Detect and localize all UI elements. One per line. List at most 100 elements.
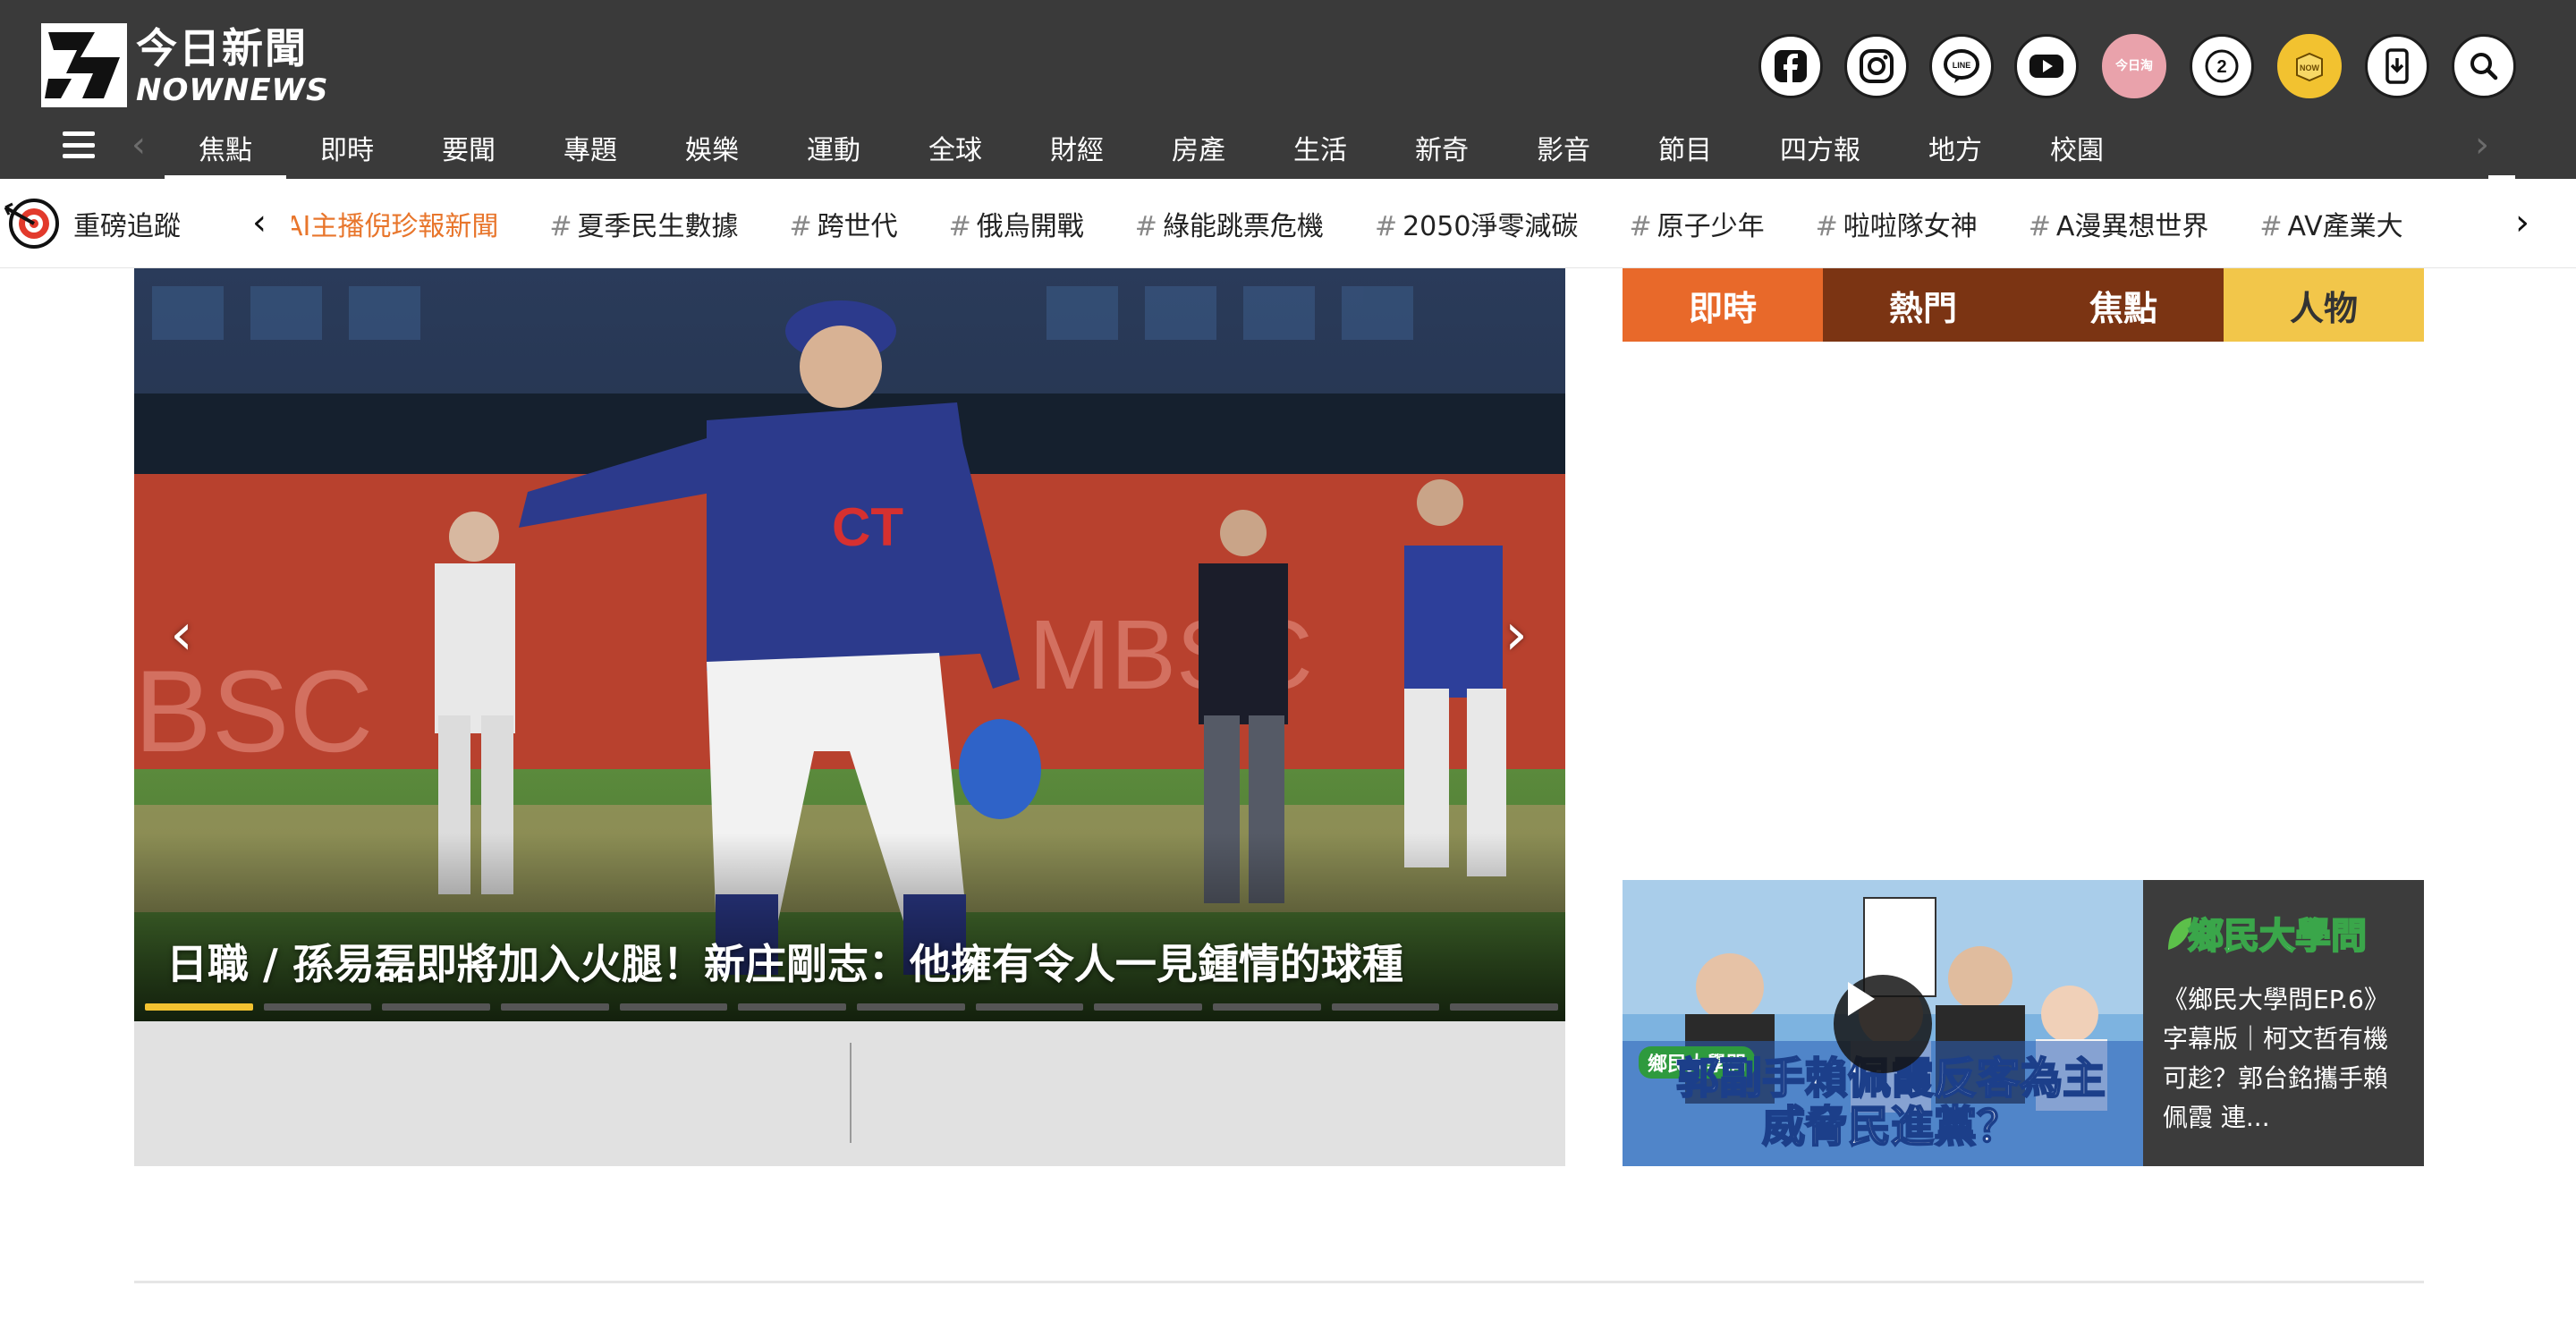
site-logo[interactable]: 今日新聞 NOWNEWS	[41, 23, 329, 108]
nav-item[interactable]: 房產	[1138, 116, 1259, 179]
sub-headline-area	[134, 1021, 1565, 1166]
program-logo-text: 鄉民大學問	[2187, 915, 2368, 958]
tag-item[interactable]: # 俄烏開戰	[949, 204, 1084, 243]
search-icon	[2470, 53, 2498, 80]
youtube-icon	[2029, 55, 2063, 78]
nav-item[interactable]: 地方	[1894, 116, 2016, 179]
carousel-indicator[interactable]	[1213, 1003, 1321, 1011]
carousel-indicator[interactable]	[1450, 1003, 1559, 1011]
tag-label: 綠能跳票危機	[1162, 211, 1324, 242]
video-thumbnail[interactable]: 鄉民大學問 郭副手賴佩霞反客為主 威脅民進黨？	[1623, 880, 2143, 1166]
nav-item[interactable]: 四方報	[1746, 116, 1894, 179]
nav-item[interactable]: 娛樂	[651, 116, 773, 179]
search-button[interactable]	[2452, 34, 2516, 98]
shop-icon: 今日淘	[2115, 58, 2153, 73]
tag-label: 原子少年	[1657, 211, 1765, 242]
tag-label: AI主播倪珍報新聞	[292, 211, 499, 242]
play-icon	[1848, 982, 1875, 1016]
nav-items: 焦點 即時 要聞 專題 娛樂 運動 全球 財經 房產 生活 新奇 影音 節目 四…	[165, 116, 2138, 179]
facebook-icon	[1775, 50, 1807, 82]
tag-item[interactable]: # AV產業大	[2259, 204, 2402, 243]
video-description[interactable]: 《鄉民大學問EP.6》字幕版｜柯文哲有機可趁？郭台銘攜手賴佩霞 連...	[2163, 980, 2410, 1138]
tag-label: 跨世代	[817, 211, 898, 242]
tab-focus[interactable]: 焦點	[2023, 268, 2224, 342]
carousel-indicator[interactable]	[145, 1003, 253, 1011]
tag-item[interactable]: #2050淨零減碳	[1375, 204, 1579, 243]
tag-label: 2050淨零減碳	[1402, 211, 1579, 242]
video-card[interactable]: 鄉民大學問 郭副手賴佩霞反客為主 威脅民進黨？ 鄉民大學問 《鄉民大學問EP.6…	[1623, 880, 2424, 1166]
nav-item[interactable]: 節目	[1624, 116, 1746, 179]
facebook-link[interactable]	[1758, 34, 1823, 98]
carousel-next-icon[interactable]: ›	[1494, 599, 1538, 671]
tag-label: 夏季民生數據	[577, 211, 739, 242]
shop-link[interactable]: 今日淘	[2102, 34, 2166, 98]
tag-item[interactable]: AI主播倪珍報新聞	[292, 204, 498, 243]
nav-item[interactable]: 運動	[773, 116, 894, 179]
play-button[interactable]	[1834, 975, 1932, 1073]
program-logo: 鄉民大學問	[2165, 907, 2406, 960]
headline-caption[interactable]: 日職 / 孫易磊即將加入火腿！新庄剛志：他擁有令人一見鍾情的球種	[166, 932, 1403, 991]
tag-scroll-right-icon[interactable]: ›	[2506, 200, 2538, 247]
tag-label: 啦啦隊女神	[1843, 211, 1978, 242]
carousel-indicator[interactable]	[619, 1003, 728, 1011]
svg-text:NOW: NOW	[2300, 63, 2320, 72]
tag-item[interactable]: # 啦啦隊女神	[1816, 204, 1978, 243]
mobile-download-link[interactable]	[2365, 34, 2429, 98]
tag-label: 俄烏開戰	[976, 211, 1084, 242]
carousel-indicator[interactable]	[975, 1003, 1084, 1011]
instagram-link[interactable]	[1844, 34, 1909, 98]
news-tabs: 即時 熱門 焦點 人物	[1623, 268, 2424, 342]
nav-scroll-left-icon[interactable]: ‹	[125, 127, 152, 163]
nav-item[interactable]: 焦點	[165, 116, 286, 179]
tag-item[interactable]: # 綠能跳票危機	[1135, 204, 1324, 243]
tag-bar-title: 重磅追蹤	[73, 211, 181, 242]
tag-item[interactable]: # 跨世代	[790, 204, 898, 243]
mobile-download-icon	[2385, 48, 2409, 84]
line-icon: LINE	[1944, 49, 1979, 83]
now-box-icon: NOW	[2296, 52, 2323, 82]
carousel-indicator[interactable]	[1331, 1003, 1440, 1011]
carousel-indicator[interactable]	[382, 1003, 491, 1011]
youtube-link[interactable]	[2014, 34, 2079, 98]
carousel-indicator[interactable]	[857, 1003, 965, 1011]
carousel-indicator[interactable]	[738, 1003, 847, 1011]
nav-scroll-right-icon[interactable]: ›	[2469, 127, 2496, 163]
tag-item[interactable]: # 原子少年	[1629, 204, 1764, 243]
nav-item[interactable]: 影音	[1503, 116, 1624, 179]
nav-item[interactable]: 生活	[1259, 116, 1381, 179]
carousel-indicator[interactable]	[263, 1003, 372, 1011]
nav-item[interactable]: 即時	[286, 116, 408, 179]
nav-item[interactable]: 財經	[1016, 116, 1138, 179]
tag-list: AI主播倪珍報新聞 # 夏季民生數據 # 跨世代 # 俄烏開戰 # 綠能跳票危機 #20…	[292, 179, 2501, 268]
nownews-2-icon: 2	[2205, 49, 2239, 83]
tag-scroll-left-icon[interactable]: ‹	[243, 200, 275, 247]
carousel-indicator[interactable]	[1094, 1003, 1203, 1011]
carousel-indicator[interactable]	[501, 1003, 609, 1011]
line-link[interactable]: LINE	[1929, 34, 1994, 98]
tab-people[interactable]: 人物	[2224, 268, 2424, 342]
logo-english-text: NOWNEWS	[136, 72, 329, 108]
tab-instant[interactable]: 即時	[1623, 268, 1823, 342]
tab-popular[interactable]: 熱門	[1823, 268, 2023, 342]
now-box-link[interactable]: NOW	[2277, 34, 2342, 98]
nav-item[interactable]: 新奇	[1381, 116, 1503, 179]
carousel-indicators	[145, 1003, 1559, 1011]
sub-headline-divider	[850, 1043, 852, 1143]
nav-item[interactable]: 專題	[530, 116, 651, 179]
hamburger-menu-icon[interactable]	[61, 127, 97, 163]
svg-text:2: 2	[2216, 57, 2226, 77]
target-icon	[4, 199, 59, 249]
section-divider	[134, 1281, 2424, 1283]
nav-item[interactable]: 要聞	[408, 116, 530, 179]
tag-item[interactable]: # A漫異想世界	[2029, 204, 2209, 243]
nav-item[interactable]: 校園	[2016, 116, 2138, 179]
carousel-prev-icon[interactable]: ‹	[159, 599, 204, 671]
main-nav: ‹ 焦點 即時 要聞 專題 娛樂 運動 全球 財經 房產 生活 新奇 影音 節目…	[0, 116, 2576, 179]
tag-item[interactable]: # 夏季民生數據	[549, 204, 738, 243]
tag-label: A漫異想世界	[2055, 211, 2209, 242]
svg-text:LINE: LINE	[1953, 61, 1971, 70]
nownews-2-link[interactable]: 2	[2190, 34, 2254, 98]
site-header: 今日新聞 NOWNEWS LINE 今日淘 2 NOW ‹ 焦點 即時 要聞 專…	[0, 0, 2576, 179]
headline-carousel[interactable]: BSC MBSC CT	[134, 268, 1565, 1021]
nav-item[interactable]: 全球	[894, 116, 1016, 179]
